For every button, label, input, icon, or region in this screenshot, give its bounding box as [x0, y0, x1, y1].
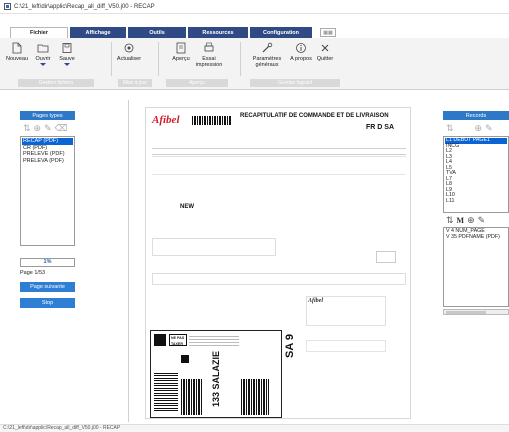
records-list[interactable]: L1 DEBUT PAGE1 INCG L2 L3 L4 L5 TVA L7 L…	[443, 136, 509, 213]
stamp-box	[376, 251, 396, 263]
sauve-button[interactable]: Sauve	[56, 42, 78, 66]
save-icon	[62, 43, 72, 53]
list-item[interactable]: PRELEVA (PDF)	[22, 158, 73, 165]
close-icon	[321, 44, 329, 52]
delete-icon[interactable]: ⌫	[55, 123, 68, 133]
label-dark-block	[181, 355, 189, 363]
preview-icon	[176, 42, 186, 54]
add-icon[interactable]: ⊕	[34, 123, 42, 133]
country-code: FR D SA	[366, 124, 394, 131]
ribbon-tabs: Fichier Affichage Outils Ressources Conf…	[0, 27, 509, 38]
message-box	[152, 273, 406, 285]
title-bar: C:\21_left\dir\applic\Recap_all_diff_V50…	[0, 0, 509, 14]
stop-button[interactable]: Stop	[20, 298, 75, 308]
add-icon[interactable]: ⊕	[467, 215, 475, 225]
a-propos-button[interactable]: A propos	[290, 42, 312, 62]
new-stamp: NEW	[180, 204, 194, 210]
window-title: C:\21_left\dir\applic\Recap_all_diff_V50…	[14, 3, 155, 10]
ribbon-options-icon[interactable]: ▦▦	[320, 28, 336, 37]
tab-affichage[interactable]: Affichage	[70, 27, 126, 38]
ribbon: Nouveau Ouvrir Sauve Actualiser Aperçu E…	[0, 38, 509, 90]
tab-ressources[interactable]: Ressources	[188, 27, 248, 38]
open-folder-icon	[37, 44, 49, 53]
label-barcode-1	[154, 373, 178, 413]
label-barcode-2	[181, 379, 203, 415]
status-bar: C:\21_left\dir\applic\Recap_all_diff_V50…	[0, 424, 509, 432]
document-page: Afibel RECAPITULATIF DE COMMANDE ET DE L…	[145, 107, 411, 419]
document-title: RECAPITULATIF DE COMMANDE ET DE LIVRAISO…	[240, 113, 389, 119]
header-barcode	[192, 116, 232, 125]
quitter-button[interactable]: Quitter	[314, 42, 336, 62]
group-mise-a-jour: Mise à jour	[118, 79, 152, 87]
variables-toolbar: ⇅ M ⊕ ✎	[443, 213, 509, 227]
records-toolbar: ⇅ ⊕ ✎	[443, 120, 509, 136]
ne-pas-taxer-tag: NE PAS TAXER	[169, 334, 187, 346]
settings-wrench-icon	[262, 42, 273, 53]
refresh-gear-icon	[124, 43, 134, 53]
group-gestion-fichiers: Gestion fichiers	[18, 79, 94, 87]
ouvrir-button[interactable]: Ouvrir	[32, 42, 54, 66]
sa-code: SA 9	[284, 333, 296, 358]
add-icon[interactable]: ⊕	[475, 123, 483, 133]
edit-icon[interactable]: ✎	[478, 215, 486, 225]
afibel-logo-small: Afibel	[308, 298, 323, 304]
move-up-down-icon[interactable]: ⇅	[446, 215, 454, 225]
app-icon	[4, 3, 11, 10]
actualiser-button[interactable]: Actualiser	[114, 42, 144, 62]
label-barcode-3	[241, 379, 269, 415]
pages-types-panel: Pages types ⇅ ⊕ ✎ ⌫ RECAP (PDF) CR (PDF)…	[20, 111, 75, 337]
macro-label[interactable]: M	[457, 216, 465, 225]
progress-indicator: 1%	[20, 258, 75, 267]
carrier-logo	[154, 334, 166, 346]
printer-icon	[204, 42, 214, 52]
label-city-code: 133 SALAZIE	[211, 350, 221, 407]
tab-configuration[interactable]: Configuration	[250, 27, 312, 38]
parametres-generaux-button[interactable]: Paramètres généraux	[252, 42, 282, 68]
info-box	[152, 238, 276, 256]
pages-types-header: Pages types	[20, 111, 75, 120]
new-file-icon	[12, 42, 22, 54]
edit-icon[interactable]: ✎	[44, 123, 52, 133]
nouveau-button[interactable]: Nouveau	[4, 42, 30, 62]
records-panel: Records ⇅ ⊕ ✎ L1 DEBUT PAGE1 INCG L2 L3 …	[443, 111, 509, 371]
move-up-down-icon[interactable]: ⇅	[23, 123, 31, 133]
scrollbar-thumb[interactable]	[446, 311, 486, 314]
list-item[interactable]: L11	[445, 198, 507, 205]
label-info-grid	[189, 334, 239, 346]
document-viewport[interactable]: Afibel RECAPITULATIF DE COMMANDE ET DE L…	[128, 100, 422, 422]
horizontal-scrollbar[interactable]	[443, 309, 509, 315]
move-up-down-icon[interactable]: ⇅	[446, 123, 454, 133]
essai-impression-button[interactable]: Essai impression	[194, 42, 224, 68]
afibel-logo: Afibel	[152, 114, 180, 126]
list-item[interactable]: V 35 PDFNAME (PDF)	[445, 234, 507, 241]
recipient-block	[306, 340, 386, 352]
pages-types-list[interactable]: RECAP (PDF) CR (PDF) PRELEVE (PDF) PRELE…	[20, 136, 75, 246]
shipping-label: NE PAS TAXER 133 SALAZIE	[150, 330, 282, 418]
tab-outils[interactable]: Outils	[128, 27, 186, 38]
tab-fichier[interactable]: Fichier	[10, 27, 68, 38]
variables-list[interactable]: V 4 NUM_PAGE V 35 PDFNAME (PDF)	[443, 227, 509, 307]
records-header: Records	[443, 111, 509, 120]
group-apercu: Aperçu	[166, 79, 228, 87]
apercu-button[interactable]: Aperçu	[170, 42, 192, 62]
group-gestion-logiciel: Gestion logiciel	[250, 79, 340, 87]
edit-icon[interactable]: ✎	[485, 123, 493, 133]
page-counter: Page 1/53	[20, 270, 46, 276]
info-icon	[296, 43, 306, 53]
pages-types-toolbar: ⇅ ⊕ ✎ ⌫	[20, 120, 75, 136]
page-suivante-button[interactable]: Page suivante	[20, 282, 75, 292]
